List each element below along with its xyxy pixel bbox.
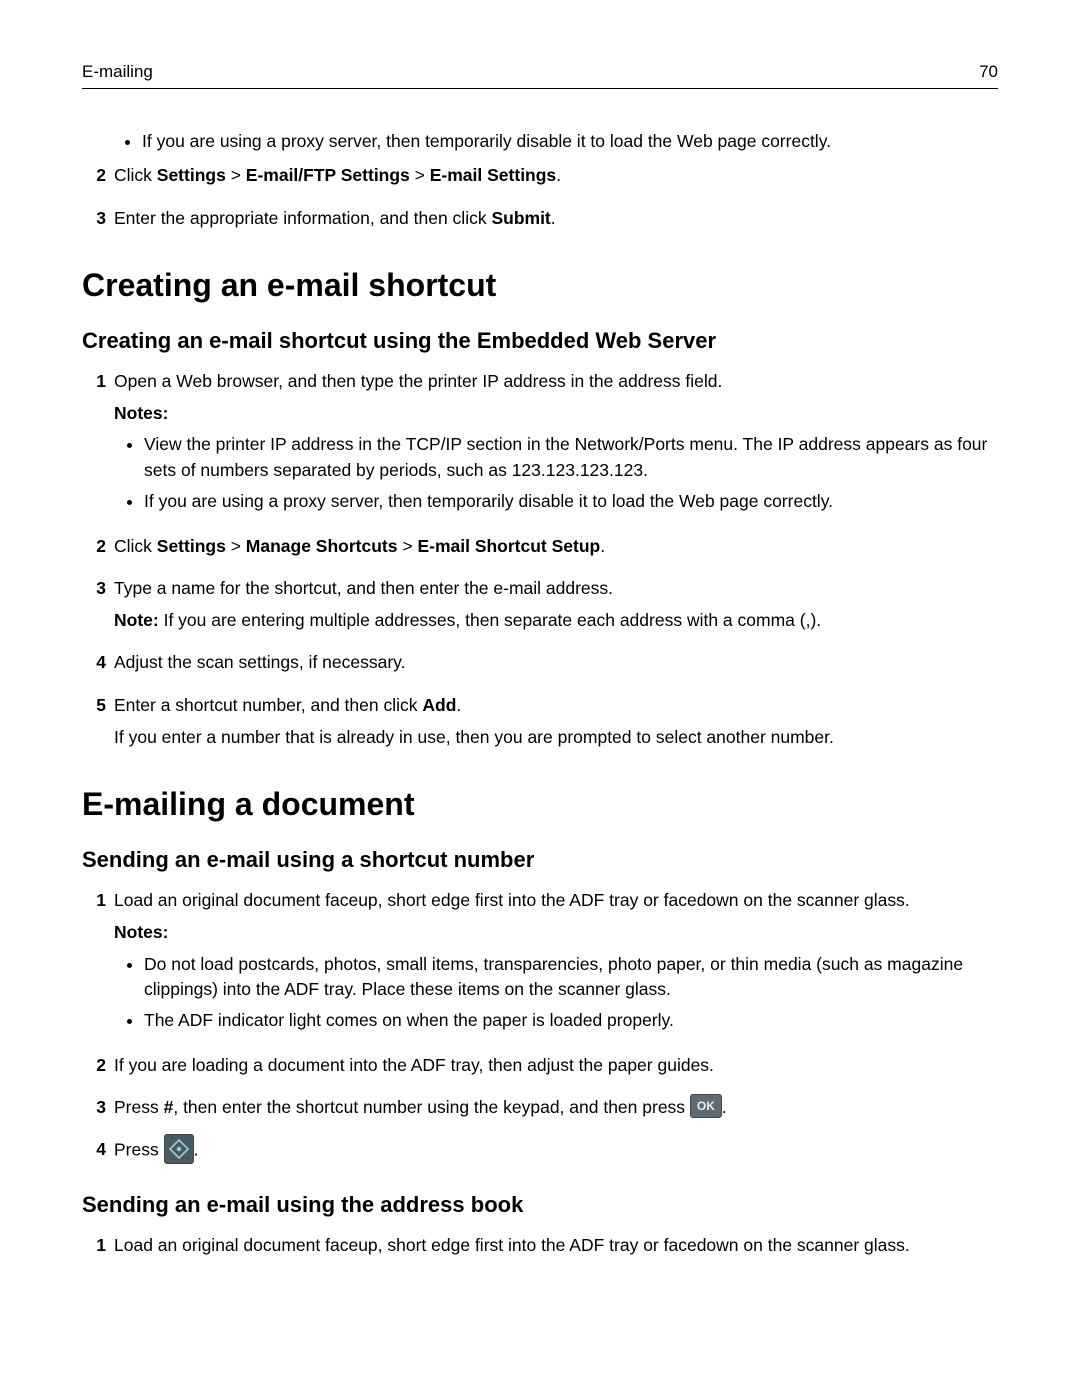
notes-label: Notes: xyxy=(114,400,998,426)
step-5: 5 Enter a shortcut number, and then clic… xyxy=(82,692,998,757)
page-header: E-mailing 70 xyxy=(82,62,998,89)
ews-steps: 1 Open a Web browser, and then type the … xyxy=(82,368,998,756)
bullet-item: If you are using a proxy server, then te… xyxy=(142,129,998,154)
continued-bullets: If you are using a proxy server, then te… xyxy=(82,129,998,154)
header-page-number: 70 xyxy=(979,62,998,82)
subheading-address-book: Sending an e-mail using the address book xyxy=(82,1192,998,1218)
note-item: If you are using a proxy server, then te… xyxy=(144,489,998,514)
document-page: E-mailing 70 If you are using a proxy se… xyxy=(0,0,1080,1397)
step-4: 4 Press . xyxy=(82,1136,998,1172)
addressbook-steps: 1 Load an original document faceup, shor… xyxy=(82,1232,998,1264)
continued-steps: 2 Click Settings > E-mail/FTP Settings >… xyxy=(82,162,998,237)
ok-button-icon: OK xyxy=(690,1094,722,1118)
heading-emailing-document: E-mailing a document xyxy=(82,786,998,823)
step-1: 1 Load an original document faceup, shor… xyxy=(82,1232,998,1264)
step-2: 2 Click Settings > Manage Shortcuts > E-… xyxy=(82,533,998,565)
step-4: 4 Adjust the scan settings, if necessary… xyxy=(82,649,998,681)
step-3: 3 Enter the appropriate information, and… xyxy=(82,205,998,237)
notes-label: Notes: xyxy=(114,919,998,945)
step-2: 2 Click Settings > E-mail/FTP Settings >… xyxy=(82,162,998,194)
heading-create-shortcut: Creating an e-mail shortcut xyxy=(82,267,998,304)
note-item: The ADF indicator light comes on when th… xyxy=(144,1008,998,1033)
step-2: 2 If you are loading a document into the… xyxy=(82,1052,998,1084)
step-1: 1 Load an original document faceup, shor… xyxy=(82,887,998,1042)
note-item: View the printer IP address in the TCP/I… xyxy=(144,432,998,483)
subheading-ews: Creating an e-mail shortcut using the Em… xyxy=(82,328,998,354)
step-3: 3 Type a name for the shortcut, and then… xyxy=(82,575,998,640)
notes-list: Do not load postcards, photos, small ite… xyxy=(114,952,998,1034)
subheading-shortcut-number: Sending an e-mail using a shortcut numbe… xyxy=(82,847,998,873)
step-3: 3 Press #, then enter the shortcut numbe… xyxy=(82,1094,998,1126)
notes-list: View the printer IP address in the TCP/I… xyxy=(114,432,998,514)
note-item: Do not load postcards, photos, small ite… xyxy=(144,952,998,1003)
header-section: E-mailing xyxy=(82,62,153,82)
step-1: 1 Open a Web browser, and then type the … xyxy=(82,368,998,523)
start-diamond-icon xyxy=(164,1134,194,1164)
shortcut-steps: 1 Load an original document faceup, shor… xyxy=(82,887,998,1172)
